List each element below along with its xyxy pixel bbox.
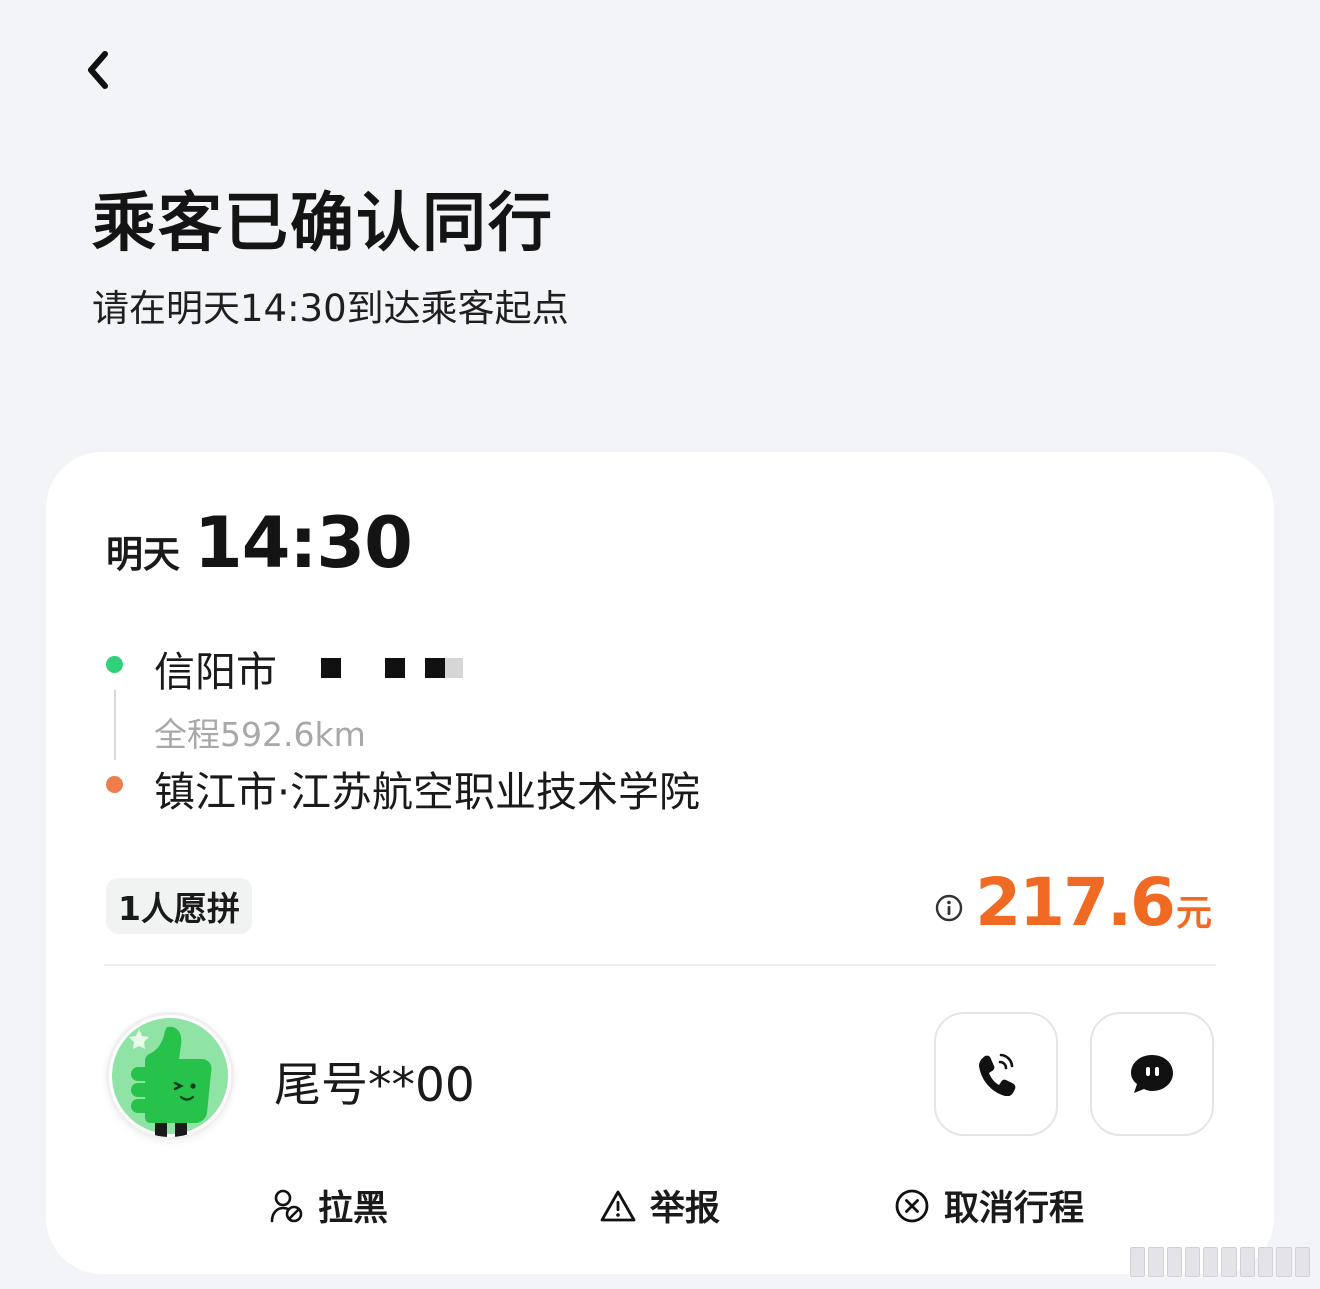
- fare-unit: 元: [1175, 893, 1212, 934]
- carpool-badge: 1人愿拼: [106, 878, 252, 934]
- trip-distance: 全程592.6km: [154, 715, 366, 754]
- page-title: 乘客已确认同行: [92, 187, 554, 261]
- passenger-name: 尾号**00: [274, 1058, 475, 1113]
- block-label: 拉黑: [318, 1189, 389, 1229]
- redacted-block: [385, 658, 405, 678]
- redacted-block: [425, 658, 445, 678]
- redacted-block: [445, 658, 463, 678]
- fare[interactable]: 217.6 元: [935, 864, 1212, 941]
- trip-card: 明天 14:30 信阳市 全程592.6km 镇江市·江苏航空职业技术学院 1人…: [46, 452, 1274, 1274]
- start-dot-icon: [106, 656, 123, 673]
- chat-button[interactable]: [1090, 1012, 1214, 1136]
- redacted-block: [321, 658, 341, 678]
- fare-amount: 217.6: [975, 864, 1176, 941]
- origin-address: 信阳市: [154, 638, 463, 698]
- call-button[interactable]: [934, 1012, 1058, 1136]
- watermark: [1130, 1247, 1310, 1277]
- close-circle-icon: [895, 1189, 929, 1222]
- divider: [104, 964, 1216, 966]
- thumbs-up-mascot-icon: [112, 1018, 228, 1137]
- route: 信阳市 全程592.6km 镇江市·江苏航空职业技术学院: [104, 638, 904, 816]
- page-subtitle: 请在明天14:30到达乘客起点: [92, 287, 569, 330]
- chevron-left-icon: [88, 51, 108, 89]
- chat-bubble-icon: [1131, 1055, 1173, 1093]
- origin-city: 信阳市: [154, 648, 277, 696]
- destination-address: 镇江市·江苏航空职业技术学院: [154, 768, 701, 816]
- departure-clock: 14:30: [194, 502, 413, 584]
- phone-icon: [979, 1053, 1016, 1096]
- departure-time: 明天 14:30: [106, 502, 413, 584]
- avatar[interactable]: [106, 1012, 234, 1140]
- route-line: [114, 690, 116, 760]
- action-bar: 拉黑 举报 取消行程: [46, 1180, 1274, 1240]
- block-user-icon: [270, 1189, 303, 1222]
- end-dot-icon: [106, 776, 123, 793]
- departure-day: 明天: [106, 533, 180, 576]
- cancel-trip-button[interactable]: 取消行程: [894, 1180, 1084, 1231]
- block-button[interactable]: 拉黑: [270, 1180, 388, 1231]
- cancel-trip-label: 取消行程: [944, 1189, 1085, 1229]
- report-label: 举报: [650, 1189, 721, 1229]
- back-button[interactable]: [72, 44, 124, 96]
- info-icon[interactable]: [935, 894, 963, 922]
- warning-icon: [600, 1190, 636, 1221]
- report-button[interactable]: 举报: [600, 1180, 720, 1231]
